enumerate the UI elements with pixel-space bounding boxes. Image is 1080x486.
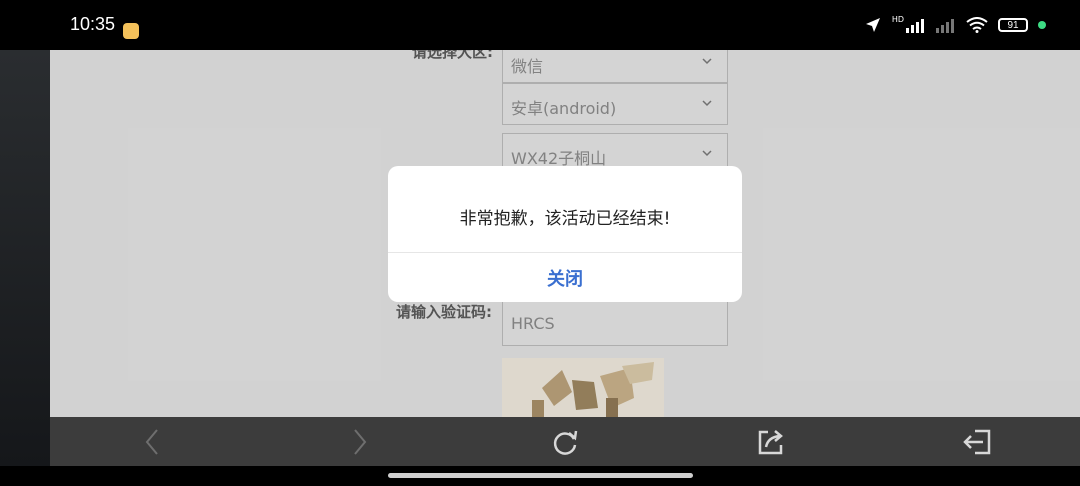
status-time: 10:35 — [70, 14, 116, 34]
back-button[interactable] — [136, 425, 170, 459]
close-button[interactable]: 关闭 — [388, 253, 742, 302]
forward-icon — [354, 429, 367, 455]
status-bar: 10:35 HD 91 — [0, 0, 1080, 50]
exit-icon — [963, 429, 991, 455]
side-panel — [0, 50, 50, 466]
status-icons: HD 91 — [864, 14, 1046, 36]
dialog-message: 非常抱歉，该活动已经结束! — [459, 209, 671, 229]
privacy-indicator-dot — [1038, 21, 1046, 29]
home-indicator[interactable] — [388, 473, 693, 478]
forward-button[interactable] — [342, 425, 376, 459]
refresh-icon — [553, 430, 578, 455]
refresh-button[interactable] — [548, 425, 582, 459]
share-icon — [758, 430, 783, 455]
browser-toolbar — [50, 417, 1080, 466]
location-icon — [865, 18, 880, 32]
back-icon — [145, 429, 158, 455]
system-nav-bar — [0, 466, 1080, 486]
alert-dialog: 非常抱歉，该活动已经结束! 关闭 — [388, 166, 742, 302]
cell-signal-icon — [906, 19, 924, 33]
cell-signal-2-icon — [936, 19, 954, 33]
app-notification-icon — [123, 23, 139, 39]
wifi-icon — [966, 17, 988, 33]
battery-icon: 91 — [998, 18, 1028, 32]
network-type: HD — [891, 14, 904, 24]
share-button[interactable] — [754, 425, 788, 459]
exit-button[interactable] — [960, 425, 994, 459]
